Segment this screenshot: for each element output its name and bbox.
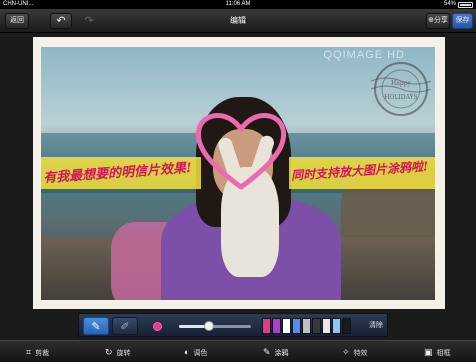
- tab-doodle[interactable]: ✎ 涂鸦: [263, 341, 289, 362]
- battery-percent: 54%: [443, 1, 456, 7]
- tab-color-adjust-label: 调色: [193, 350, 208, 357]
- color-swatch[interactable]: [312, 318, 321, 334]
- photo-canvas[interactable]: 有我最想要的明信片效果! 同时支持放大图片涂鸦啦! QQIMAGE HD Hap…: [41, 47, 435, 300]
- bottom-toolbar: ⌗ 剪裁 ↻ 旋转 ◐ 调色 ✎ 涂鸦 ✧ 特效 ▣ 相框: [0, 340, 476, 362]
- clock: 11:06 AM: [225, 1, 251, 7]
- tab-frame-label: 相框: [436, 350, 451, 357]
- color-swatch[interactable]: [272, 318, 281, 334]
- color-swatch[interactable]: [262, 318, 271, 334]
- tab-frame[interactable]: ▣ 相框: [424, 341, 451, 362]
- nav-bar: 返回 ↶ ↷ 编辑 ⊕分享 保存: [0, 9, 476, 33]
- save-button[interactable]: 保存: [452, 13, 473, 29]
- svg-text:Happy: Happy: [391, 80, 411, 87]
- clear-button[interactable]: 清除: [369, 318, 383, 334]
- color-swatch[interactable]: [332, 318, 341, 334]
- color-palette: [262, 318, 352, 334]
- tab-rotate-label: 旋转: [116, 350, 131, 357]
- doodle-toolbar: ✎ ✐ 清除: [78, 313, 388, 337]
- heart-doodle: [195, 113, 287, 190]
- tab-effects[interactable]: ✧ 特效: [342, 341, 368, 362]
- tab-effects-label: 特效: [353, 350, 368, 357]
- page-title: 编辑: [230, 16, 246, 25]
- battery-icon: [458, 2, 473, 8]
- tab-doodle-label: 涂鸦: [274, 350, 289, 357]
- doodle-icon: ✎: [263, 347, 271, 357]
- color-swatch[interactable]: [302, 318, 311, 334]
- color-swatch[interactable]: [292, 318, 301, 334]
- rotate-icon: ↻: [105, 347, 113, 357]
- holiday-stamp: Happy HOLIDAYS: [371, 62, 431, 116]
- tab-crop[interactable]: ⌗ 剪裁: [26, 341, 49, 362]
- pen-icon: ✎: [91, 321, 101, 333]
- color-swatch[interactable]: [282, 318, 291, 334]
- eraser-button[interactable]: ✐: [112, 317, 138, 335]
- tab-crop-label: 剪裁: [35, 350, 50, 357]
- color-adjust-icon: ◐: [184, 347, 190, 357]
- canvas-area: 有我最想要的明信片效果! 同时支持放大图片涂鸦啦! QQIMAGE HD Hap…: [0, 34, 476, 312]
- svg-text:HOLIDAYS: HOLIDAYS: [384, 94, 417, 101]
- brush-size-slider[interactable]: [179, 321, 251, 331]
- postcard-frame: 有我最想要的明信片效果! 同时支持放大图片涂鸦啦! QQIMAGE HD Hap…: [33, 37, 445, 309]
- color-swatch[interactable]: [342, 318, 351, 334]
- brush-size-knob[interactable]: [204, 321, 215, 331]
- tab-color-adjust[interactable]: ◐ 调色: [184, 341, 207, 362]
- eraser-icon: ✐: [120, 321, 130, 333]
- crop-icon: ⌗: [26, 347, 32, 357]
- frame-icon: ▣: [424, 347, 433, 357]
- color-swatch[interactable]: [322, 318, 331, 334]
- current-color-indicator[interactable]: [153, 322, 162, 331]
- pen-button[interactable]: ✎: [83, 317, 109, 335]
- share-label: 分享: [433, 17, 448, 24]
- effects-icon: ✧: [342, 347, 350, 357]
- tab-rotate[interactable]: ↻ 旋转: [105, 341, 131, 362]
- share-button[interactable]: ⊕分享: [426, 13, 450, 29]
- status-bar: CHN-UNI... 11:06 AM 54%: [0, 0, 476, 9]
